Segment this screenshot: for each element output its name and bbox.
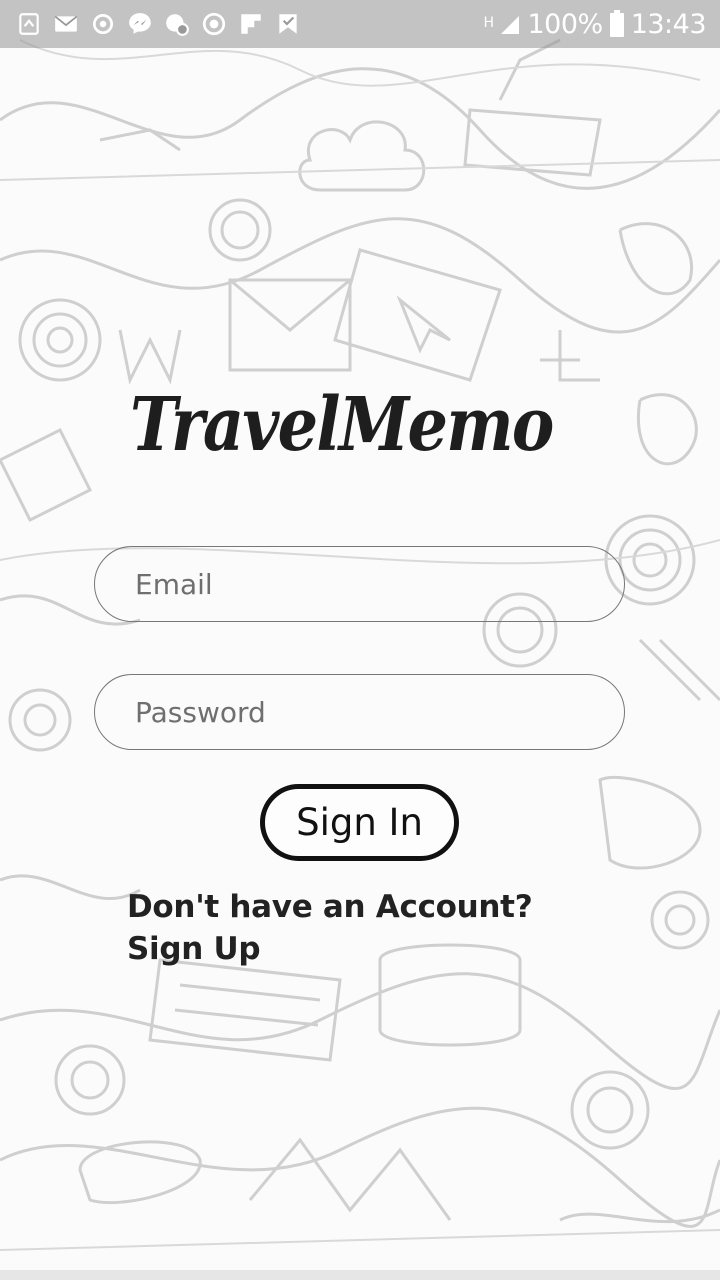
update-icon	[164, 11, 190, 37]
flipboard-icon	[238, 11, 264, 37]
signal-icon	[499, 12, 521, 36]
status-bar: H 100% 13:43	[0, 0, 720, 48]
battery-icon	[609, 10, 625, 38]
network-type-label: H	[483, 14, 494, 31]
email-field[interactable]	[94, 546, 625, 622]
messenger-icon	[127, 11, 153, 37]
checklist-icon	[275, 11, 301, 37]
sign-up-link[interactable]: Don't have an Account? Sign Up	[127, 886, 607, 970]
mail-icon	[53, 11, 79, 37]
battery-percent: 100%	[527, 8, 603, 40]
sync-icon	[90, 11, 116, 37]
app-icon	[16, 11, 42, 37]
system-status: H 100% 13:43	[483, 9, 706, 40]
password-field[interactable]	[94, 674, 625, 750]
app-title: TravelMemo	[130, 382, 554, 468]
clock: 13:43	[630, 8, 707, 40]
login-screen: H 100% 13:43 TravelMemo Sign In Don't ha…	[0, 0, 720, 1280]
notification-icons	[16, 11, 483, 37]
timer-icon	[201, 11, 227, 37]
sign-in-button[interactable]: Sign In	[260, 784, 459, 861]
bottom-edge	[0, 1270, 720, 1280]
doodle-background	[0, 38, 720, 1251]
